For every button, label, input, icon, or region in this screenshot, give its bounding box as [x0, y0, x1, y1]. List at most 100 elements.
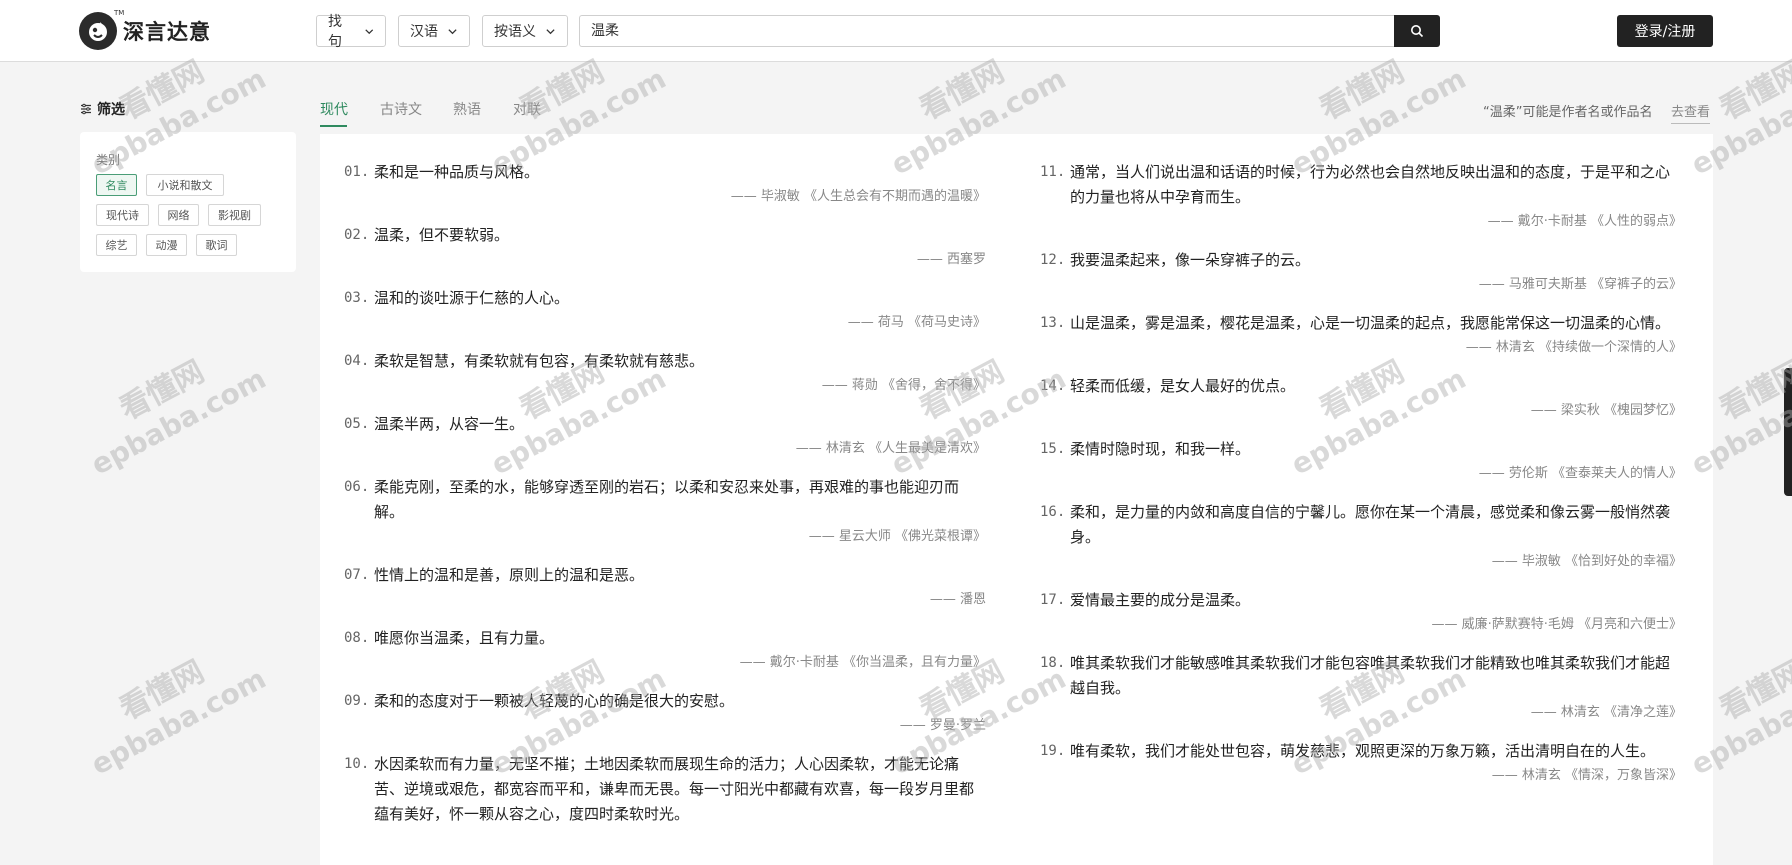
- results-column-right: 11. 通常，当人们说出温和话语的时候，行为必然也会自然地反映出温和的态度，于是平…: [1040, 160, 1682, 802]
- quote-item[interactable]: 15. 柔情时隐时现，和我一样。 —— 劳伦斯 《查泰莱夫人的情人》: [1040, 437, 1682, 483]
- quote-source[interactable]: —— 林清玄 《清净之莲》: [1040, 704, 1682, 722]
- quote-text: 唯其柔软我们才能敏感唯其柔软我们才能包容唯其柔软我们才能精致也唯其柔软我们才能超…: [1070, 654, 1671, 697]
- logo-text: 深言达意: [123, 20, 211, 44]
- quote-item[interactable]: 17. 爱情最主要的成分是温柔。 —— 威廉·萨默赛特·毛姆 《月亮和六便士》: [1040, 588, 1682, 634]
- quote-number: 09.: [344, 693, 370, 709]
- quote-number: 01.: [344, 164, 370, 180]
- tab-couplets[interactable]: 对联: [513, 99, 541, 119]
- mode-dropdown[interactable]: 找句: [316, 14, 386, 50]
- quote-source[interactable]: —— 荷马 《荷马史诗》: [344, 314, 986, 332]
- quote-item[interactable]: 16. 柔和，是力量的内敛和高度自信的宁馨儿。愿你在某一个清晨，感觉柔和像云雾一般…: [1040, 500, 1682, 571]
- quote-number: 08.: [344, 630, 370, 646]
- quote-number: 19.: [1040, 743, 1066, 759]
- quote-source[interactable]: —— 蒋勋 《舍得，舍不得》: [344, 377, 986, 395]
- quote-item[interactable]: 01. 柔和是一种品质与风格。 —— 毕淑敏 《人生总会有不期而遇的温暖》: [344, 160, 986, 206]
- top-bar: TM 深言达意 找句 汉语 按语义 温柔 登录/注册: [0, 0, 1792, 62]
- tag-film-tv[interactable]: 影视剧: [208, 204, 261, 226]
- tag-novels-essays[interactable]: 小说和散文: [146, 174, 224, 196]
- tab-classical[interactable]: 古诗文: [380, 99, 422, 119]
- author-hint: “温柔”可能是作者名或作品名: [1483, 105, 1653, 120]
- quote-number: 05.: [344, 416, 370, 432]
- tag-variety[interactable]: 综艺: [96, 234, 137, 256]
- quote-number: 04.: [344, 353, 370, 369]
- filter-label: 筛选: [97, 102, 125, 118]
- quote-source[interactable]: —— 威廉·萨默赛特·毛姆 《月亮和六便士》: [1040, 616, 1682, 634]
- quote-item[interactable]: 09. 柔和的态度对于一颗被人轻蔑的心的确是很大的安慰。 —— 罗曼·罗兰: [344, 689, 986, 735]
- mode-dropdown-label: 找句: [328, 14, 342, 50]
- filter-panel: 类别 名言 小说和散文 现代诗 网络 影视剧 综艺 动漫 歌词: [80, 132, 296, 272]
- quote-source[interactable]: —— 林清玄 《持续做一个深情的人》: [1040, 339, 1682, 357]
- quote-number: 07.: [344, 567, 370, 583]
- quote-item[interactable]: 10. 水因柔软而有力量，无坚不摧；土地因柔软而展现生命的活力；人心因柔软，才能无…: [344, 752, 986, 827]
- site-logo[interactable]: TM 深言达意: [79, 9, 211, 50]
- quote-source[interactable]: —— 林清玄 《人生最美是清欢》: [344, 440, 986, 458]
- tag-anime[interactable]: 动漫: [146, 234, 187, 256]
- watermark-line1: 看懂网: [114, 354, 211, 428]
- language-dropdown[interactable]: 汉语: [398, 15, 470, 47]
- watermark-line2: epbaba.com: [85, 361, 272, 482]
- quote-source[interactable]: —— 林清玄 《情深，万象皆深》: [1040, 767, 1682, 785]
- quote-item[interactable]: 14. 轻柔而低缓，是女人最好的优点。 —— 梁实秋 《槐园梦忆》: [1040, 374, 1682, 420]
- quote-source[interactable]: —— 戴尔·卡耐基 《人性的弱点》: [1040, 213, 1682, 231]
- language-dropdown-label: 汉语: [410, 24, 438, 40]
- tag-quotes[interactable]: 名言: [96, 174, 137, 196]
- quote-item[interactable]: 11. 通常，当人们说出温和话语的时候，行为必然也会自然地反映出温和的态度，于是平…: [1040, 160, 1682, 231]
- chevron-down-icon: [364, 28, 373, 34]
- quote-item[interactable]: 04. 柔软是智慧，有柔软就有包容，有柔软就有慈悲。 —— 蒋勋 《舍得，舍不得》: [344, 349, 986, 395]
- category-label: 类别: [96, 153, 121, 167]
- quote-source[interactable]: —— 马雅可夫斯基 《穿裤子的云》: [1040, 276, 1682, 294]
- quote-number: 14.: [1040, 378, 1066, 394]
- search-type-dropdown[interactable]: 按语义: [482, 15, 568, 47]
- quote-source[interactable]: —— 戴尔·卡耐基 《你当温柔，且有力量》: [344, 654, 986, 672]
- quote-source[interactable]: —— 劳伦斯 《查泰莱夫人的情人》: [1040, 465, 1682, 483]
- scrollbar-thumb[interactable]: [1784, 368, 1792, 496]
- login-register-button[interactable]: 登录/注册: [1617, 15, 1713, 47]
- filter-icon: [81, 103, 91, 115]
- filter-heading: 筛选: [80, 99, 125, 119]
- quote-source[interactable]: —— 西塞罗: [344, 251, 986, 269]
- results-column-left: 01. 柔和是一种品质与风格。 —— 毕淑敏 《人生总会有不期而遇的温暖》 02. 温柔…: [344, 160, 986, 844]
- quote-number: 13.: [1040, 315, 1066, 331]
- quote-item[interactable]: 03. 温和的谈吐源于仁慈的人心。 —— 荷马 《荷马史诗》: [344, 286, 986, 332]
- quote-source[interactable]: —— 毕淑敏 《人生总会有不期而遇的温暖》: [344, 188, 986, 206]
- quote-item[interactable]: 08. 唯愿你当温柔，且有力量。 —— 戴尔·卡耐基 《你当温柔，且有力量》: [344, 626, 986, 672]
- quote-item[interactable]: 12. 我要温柔起来，像一朵穿裤子的云。 —— 马雅可夫斯基 《穿裤子的云》: [1040, 248, 1682, 294]
- quote-item[interactable]: 19. 唯有柔软，我们才能处世包容，萌发慈悲，观照更深的万象万籁，活出清明自在的人…: [1040, 739, 1682, 785]
- quote-number: 11.: [1040, 164, 1066, 180]
- quote-number: 12.: [1040, 252, 1066, 268]
- quote-item[interactable]: 05. 温柔半两，从容一生。 —— 林清玄 《人生最美是清欢》: [344, 412, 986, 458]
- quote-source[interactable]: —— 罗曼·罗兰: [344, 717, 986, 735]
- quote-text: 爱情最主要的成分是温柔。: [1070, 591, 1251, 609]
- quote-text: 性情上的温和是善，原则上的温和是恶。: [374, 566, 645, 584]
- quote-text: 唯愿你当温柔，且有力量。: [374, 629, 555, 647]
- quote-text: 温柔，但不要软弱。: [374, 226, 510, 244]
- quote-item[interactable]: 06. 柔能克刚，至柔的水，能够穿透至刚的岩石；以柔和安忍来处事，再艰难的事也能迎…: [344, 475, 986, 546]
- tag-lyrics[interactable]: 歌词: [196, 234, 237, 256]
- tab-idioms[interactable]: 熟语: [453, 99, 481, 119]
- tag-internet[interactable]: 网络: [158, 204, 199, 226]
- quote-text: 通常，当人们说出温和话语的时候，行为必然也会自然地反映出温和的态度，于是平和之心…: [1070, 163, 1671, 206]
- quote-number: 18.: [1040, 655, 1066, 671]
- quote-item[interactable]: 02. 温柔，但不要软弱。 —— 西塞罗: [344, 223, 986, 269]
- quote-number: 06.: [344, 479, 370, 495]
- quote-item[interactable]: 07. 性情上的温和是善，原则上的温和是恶。 —— 潘恩: [344, 563, 986, 609]
- quote-item[interactable]: 18. 唯其柔软我们才能敏感唯其柔软我们才能包容唯其柔软我们才能精致也唯其柔软我们…: [1040, 651, 1682, 722]
- quote-source[interactable]: —— 星云大师 《佛光菜根谭》: [344, 528, 986, 546]
- view-author-link[interactable]: 去查看: [1671, 101, 1711, 124]
- quote-text: 轻柔而低缓，是女人最好的优点。: [1070, 377, 1296, 395]
- quote-text: 柔和是一种品质与风格。: [374, 163, 540, 181]
- quote-text: 山是温柔，雾是温柔，樱花是温柔，心是一切温柔的起点，我愿能常保这一切温柔的心情。: [1070, 314, 1671, 332]
- tab-modern[interactable]: 现代: [320, 99, 348, 119]
- active-tab-indicator: [320, 125, 347, 127]
- quote-item[interactable]: 13. 山是温柔，雾是温柔，樱花是温柔，心是一切温柔的起点，我愿能常保这一切温柔的…: [1040, 311, 1682, 357]
- quote-text: 唯有柔软，我们才能处世包容，萌发慈悲，观照更深的万象万籁，活出清明自在的人生。: [1070, 742, 1656, 760]
- quote-text: 我要温柔起来，像一朵穿裤子的云。: [1070, 251, 1311, 269]
- quote-source[interactable]: —— 毕淑敏 《恰到好处的幸福》: [1040, 553, 1682, 571]
- quote-text: 温和的谈吐源于仁慈的人心。: [374, 289, 570, 307]
- search-input[interactable]: 温柔: [579, 15, 1396, 47]
- quote-source[interactable]: —— 潘恩: [344, 591, 986, 609]
- quote-source[interactable]: —— 梁实秋 《槐园梦忆》: [1040, 402, 1682, 420]
- tag-modern-poetry[interactable]: 现代诗: [96, 204, 149, 226]
- watermark: 看懂网 epbaba.com: [61, 626, 289, 804]
- search-button[interactable]: [1394, 15, 1440, 47]
